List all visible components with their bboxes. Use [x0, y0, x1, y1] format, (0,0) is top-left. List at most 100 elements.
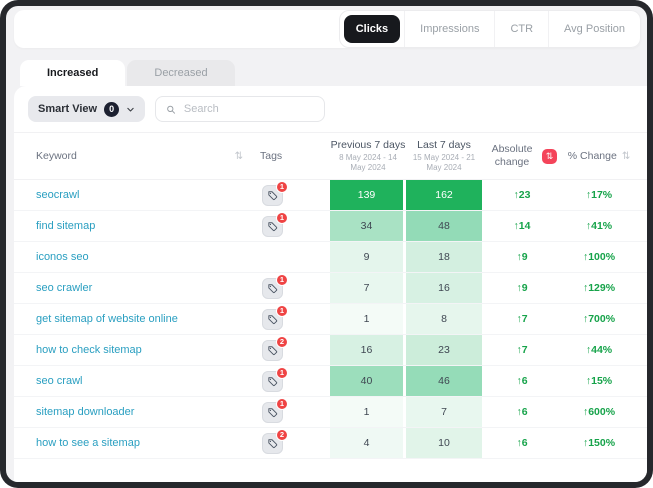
absolute-change-value: ↑7 [482, 335, 562, 365]
url-link[interactable]: /en [636, 304, 647, 334]
percent-change-value: ↑44% [562, 335, 636, 365]
tag-count-badge: 1 [276, 274, 288, 286]
sort-icon[interactable]: ⇅ [235, 151, 243, 162]
tag-button[interactable]: 1 [262, 309, 283, 330]
search-box [155, 96, 325, 122]
last-7days-value: 18 [406, 242, 482, 272]
keyword-link[interactable]: how to check sitemap [14, 335, 249, 365]
smart-view-label: Smart View [38, 103, 97, 115]
prev-7days-value: 139 [330, 180, 406, 210]
tag-count-badge: 2 [276, 336, 288, 348]
tag-button[interactable]: 1 [262, 185, 283, 206]
tag-count-badge: 1 [276, 305, 288, 317]
keyword-link[interactable]: how to see a sitemap [14, 428, 249, 458]
absolute-change-value: ↑6 [482, 397, 562, 427]
table-row: get sitemap of website online 1 1 8 ↑7 ↑… [14, 304, 647, 335]
url-link[interactable]: /en [636, 428, 647, 458]
tag-button[interactable]: 1 [262, 216, 283, 237]
absolute-change-value: ↑23 [482, 180, 562, 210]
last-7days-value: 162 [406, 180, 482, 210]
tags-cell [249, 242, 330, 272]
window-frame: Clicks Impressions CTR Avg Position Incr… [0, 0, 653, 488]
tags-cell: 1 [249, 180, 330, 210]
tag-button[interactable]: 1 [262, 278, 283, 299]
search-input[interactable] [182, 102, 314, 116]
table-body: seocrawl 1 139 162 ↑23 ↑17% / [14, 180, 647, 459]
url-link[interactable]: /en [636, 211, 647, 241]
tag-button[interactable]: 2 [262, 340, 283, 361]
tab-increased[interactable]: Increased [20, 60, 125, 86]
tags-column-header: Tags [260, 150, 282, 162]
tab-decreased[interactable]: Decreased [127, 60, 234, 86]
absolute-change-value: ↑9 [482, 273, 562, 303]
last-7days-value: 46 [406, 366, 482, 396]
table-row: seo crawler 1 7 16 ↑9 ↑129% / [14, 273, 647, 304]
url-link[interactable]: / [636, 273, 647, 303]
tags-cell: 1 [249, 304, 330, 334]
tag-button[interactable]: 1 [262, 402, 283, 423]
table-row: how to see a sitemap 2 4 10 ↑6 ↑150% [14, 428, 647, 459]
tags-cell: 1 [249, 397, 330, 427]
last-7days-date-range: 15 May 2024 - 21 May 2024 [406, 152, 482, 173]
percent-change-value: ↑100% [562, 242, 636, 272]
keyword-link[interactable]: seo crawl [14, 366, 249, 396]
metric-segmented-control: Clicks Impressions CTR Avg Position [339, 10, 641, 48]
prev-7days-value: 7 [330, 273, 406, 303]
prev-7days-value: 9 [330, 242, 406, 272]
keyword-link[interactable]: seocrawl [14, 180, 249, 210]
last-7days-value: 7 [406, 397, 482, 427]
url-link[interactable]: /en [636, 366, 647, 396]
prev-7days-value: 1 [330, 304, 406, 334]
tag-count-badge: 1 [276, 212, 288, 224]
table-toolbar: Smart View 0 [14, 86, 647, 132]
tags-cell: 1 [249, 211, 330, 241]
tag-icon [267, 407, 278, 418]
smart-view-count-badge: 0 [104, 102, 119, 117]
tag-icon [267, 438, 278, 449]
top-metric-bar: Clicks Impressions CTR Avg Position [14, 10, 641, 48]
change-direction-tabs: Increased Decreased [20, 60, 235, 86]
url-link[interactable]: / [636, 180, 647, 210]
tag-button[interactable]: 1 [262, 371, 283, 392]
last-7days-value: 23 [406, 335, 482, 365]
metric-tab-clicks[interactable]: Clicks [344, 15, 400, 43]
tag-button[interactable]: 2 [262, 433, 283, 454]
tags-cell: 2 [249, 335, 330, 365]
tag-count-badge: 1 [276, 398, 288, 410]
smart-view-dropdown[interactable]: Smart View 0 [28, 96, 145, 122]
tags-cell: 1 [249, 273, 330, 303]
keyword-link[interactable]: sitemap downloader [14, 397, 249, 427]
table-row: find sitemap 1 34 48 ↑14 ↑41% /en [14, 211, 647, 242]
last-7days-value: 16 [406, 273, 482, 303]
tags-cell: 2 [249, 428, 330, 458]
app-surface: Clicks Impressions CTR Avg Position Incr… [6, 6, 647, 482]
percent-change-value: ↑700% [562, 304, 636, 334]
table-header-row: Keyword ⇅ Tags Previous 7 days 8 May 202… [14, 132, 647, 180]
url-link[interactable]: /en [636, 242, 647, 272]
url-link[interactable]: /en [636, 335, 647, 365]
url-link[interactable]: /en [636, 397, 647, 427]
active-sort-icon[interactable]: ⇅ [542, 149, 557, 164]
tag-icon [267, 376, 278, 387]
results-card: Smart View 0 Keyword ⇅ Tags [14, 86, 647, 482]
prev-7days-value: 1 [330, 397, 406, 427]
absolute-change-value: ↑9 [482, 242, 562, 272]
table-row: sitemap downloader 1 1 7 ↑6 ↑600% /e [14, 397, 647, 428]
metric-tab-avg-position[interactable]: Avg Position [548, 11, 640, 47]
table-row: seocrawl 1 139 162 ↑23 ↑17% / [14, 180, 647, 211]
percent-change-value: ↑600% [562, 397, 636, 427]
keyword-link[interactable]: get sitemap of website online [14, 304, 249, 334]
absolute-change-value: ↑6 [482, 428, 562, 458]
sort-icon[interactable]: ⇅ [622, 151, 630, 162]
last-7days-value: 48 [406, 211, 482, 241]
tag-icon [267, 283, 278, 294]
keyword-link[interactable]: seo crawler [14, 273, 249, 303]
previous-7days-column-header: Previous 7 days [331, 139, 406, 152]
metric-tab-ctr[interactable]: CTR [494, 11, 548, 47]
absolute-change-value: ↑7 [482, 304, 562, 334]
keyword-link[interactable]: iconos seo [14, 242, 249, 272]
metric-tab-impressions[interactable]: Impressions [404, 11, 494, 47]
previous-7days-date-range: 8 May 2024 - 14 May 2024 [330, 152, 406, 173]
keyword-link[interactable]: find sitemap [14, 211, 249, 241]
absolute-change-column-header: Absolute change [487, 143, 537, 168]
